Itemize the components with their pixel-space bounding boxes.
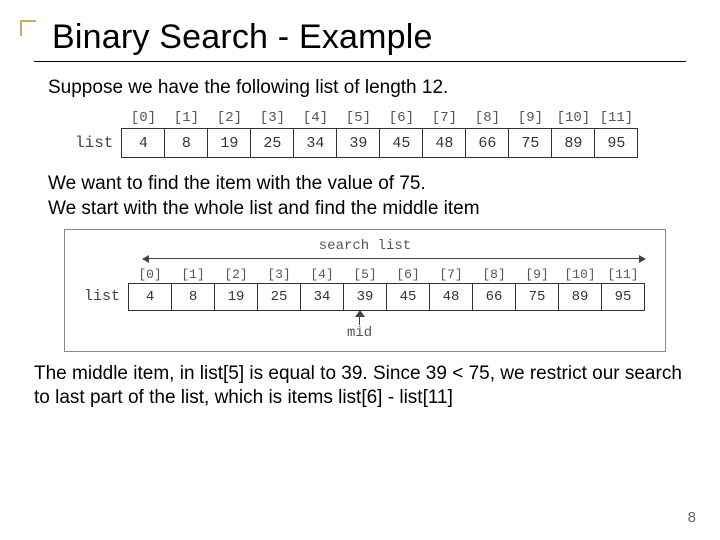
list-label: list bbox=[74, 129, 122, 158]
value-cell: 34 bbox=[294, 129, 337, 158]
index-cell: [0] bbox=[122, 108, 165, 129]
mid-arrow: mid bbox=[141, 311, 647, 343]
page-title: Binary Search - Example bbox=[52, 18, 686, 57]
index-cell: [4] bbox=[294, 108, 337, 129]
index-cell: [3] bbox=[251, 108, 294, 129]
index-cell: [9] bbox=[509, 108, 552, 129]
index-cell: [2] bbox=[208, 108, 251, 129]
value-cell: 66 bbox=[473, 283, 516, 310]
page-number: 8 bbox=[688, 509, 696, 526]
mid-label: mid bbox=[347, 325, 372, 341]
corner-decoration bbox=[20, 20, 36, 36]
list-table: [0] [1] [2] [3] [4] [5] [6] [7] [8] [9] … bbox=[74, 108, 638, 158]
mid-text-1: We want to find the item with the value … bbox=[48, 172, 686, 196]
value-cell: 75 bbox=[509, 129, 552, 158]
mid-text-2: We start with the whole list and find th… bbox=[48, 197, 686, 221]
value-cell: 39 bbox=[344, 283, 387, 310]
intro-text: Suppose we have the following list of le… bbox=[48, 76, 686, 100]
search-list-table: [0] [1] [2] [3] [4] [5] [6] [7] [8] [9] … bbox=[83, 266, 645, 311]
value-cell: 48 bbox=[423, 129, 466, 158]
value-row: list 4 8 19 25 34 39 45 48 66 75 89 95 bbox=[74, 129, 638, 158]
index-cell: [10] bbox=[559, 266, 602, 284]
index-cell: [1] bbox=[165, 108, 208, 129]
arrow-up-icon bbox=[355, 310, 365, 317]
index-cell: [8] bbox=[466, 108, 509, 129]
value-cell: 19 bbox=[208, 129, 251, 158]
index-cell: [7] bbox=[423, 108, 466, 129]
search-list-table-wrap: [0] [1] [2] [3] [4] [5] [6] [7] [8] [9] … bbox=[83, 266, 647, 311]
value-cell: 39 bbox=[337, 129, 380, 158]
value-cell: 19 bbox=[215, 283, 258, 310]
value-cell: 34 bbox=[301, 283, 344, 310]
index-cell: [10] bbox=[552, 108, 595, 129]
index-cell: [0] bbox=[129, 266, 172, 284]
arrow-shaft bbox=[359, 311, 360, 325]
slide: Binary Search - Example Suppose we have … bbox=[0, 0, 720, 540]
value-cell: 95 bbox=[595, 129, 638, 158]
value-cell: 25 bbox=[251, 129, 294, 158]
value-cell: 45 bbox=[387, 283, 430, 310]
figure-list: [0] [1] [2] [3] [4] [5] [6] [7] [8] [9] … bbox=[74, 108, 672, 158]
value-cell: 66 bbox=[466, 129, 509, 158]
value-cell: 4 bbox=[129, 283, 172, 310]
index-cell: [11] bbox=[595, 108, 638, 129]
blank-cell bbox=[83, 266, 129, 284]
title-rule bbox=[34, 61, 686, 62]
double-arrow-icon bbox=[143, 258, 645, 259]
value-cell: 25 bbox=[258, 283, 301, 310]
index-row: [0] [1] [2] [3] [4] [5] [6] [7] [8] [9] … bbox=[74, 108, 638, 129]
value-cell: 8 bbox=[172, 283, 215, 310]
index-cell: [4] bbox=[301, 266, 344, 284]
index-cell: [9] bbox=[516, 266, 559, 284]
index-cell: [6] bbox=[387, 266, 430, 284]
index-cell: [11] bbox=[602, 266, 645, 284]
value-cell: 95 bbox=[602, 283, 645, 310]
value-cell: 45 bbox=[380, 129, 423, 158]
value-cell: 8 bbox=[165, 129, 208, 158]
value-row: list 4 8 19 25 34 39 45 48 66 75 89 95 bbox=[83, 283, 645, 310]
list-label: list bbox=[83, 283, 129, 310]
index-cell: [8] bbox=[473, 266, 516, 284]
index-cell: [2] bbox=[215, 266, 258, 284]
value-cell: 4 bbox=[122, 129, 165, 158]
span-arrow-row bbox=[141, 252, 647, 266]
value-cell: 75 bbox=[516, 283, 559, 310]
index-cell: [6] bbox=[380, 108, 423, 129]
index-cell: [5] bbox=[337, 108, 380, 129]
value-cell: 48 bbox=[430, 283, 473, 310]
index-cell: [3] bbox=[258, 266, 301, 284]
index-cell: [5] bbox=[344, 266, 387, 284]
conclusion-text: The middle item, in list[5] is equal to … bbox=[34, 362, 686, 411]
index-cell: [1] bbox=[172, 266, 215, 284]
value-cell: 89 bbox=[559, 283, 602, 310]
figure-search-list: search list [0] [1] [2] [3] [4] [5] [6] … bbox=[64, 229, 666, 352]
value-cell: 89 bbox=[552, 129, 595, 158]
index-cell: [7] bbox=[430, 266, 473, 284]
index-row: [0] [1] [2] [3] [4] [5] [6] [7] [8] [9] … bbox=[83, 266, 645, 284]
blank-cell bbox=[74, 108, 122, 129]
